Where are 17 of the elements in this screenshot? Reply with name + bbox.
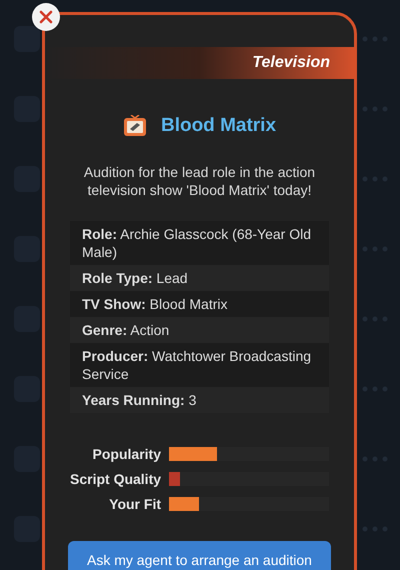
close-button[interactable]	[32, 3, 60, 31]
rating-label: Script Quality	[70, 472, 161, 486]
detail-row: TV Show: Blood Matrix	[70, 290, 329, 316]
list-icon	[14, 26, 40, 52]
rating-label: Your Fit	[108, 496, 161, 510]
detail-row: Genre: Action	[70, 316, 329, 342]
tv-icon	[122, 115, 147, 138]
detail-row: Role Type: Lead	[70, 264, 329, 290]
description-text: Audition for the lead role in the action television show 'Blood Matrix' today!	[82, 162, 316, 198]
close-icon	[39, 10, 53, 24]
show-title: Blood Matrix	[160, 114, 276, 138]
audition-button[interactable]: Ask my agent to arrange an audition	[68, 540, 331, 570]
detail-row: Producer: Watchtower Broadcasting Service	[70, 342, 329, 386]
detail-row: Role: Archie Glasscock (68-Year Old Male)	[70, 220, 329, 264]
detail-row: Years Running: 3	[70, 386, 329, 412]
category-label: Television	[252, 53, 330, 73]
rating-label: Popularity	[92, 446, 161, 460]
